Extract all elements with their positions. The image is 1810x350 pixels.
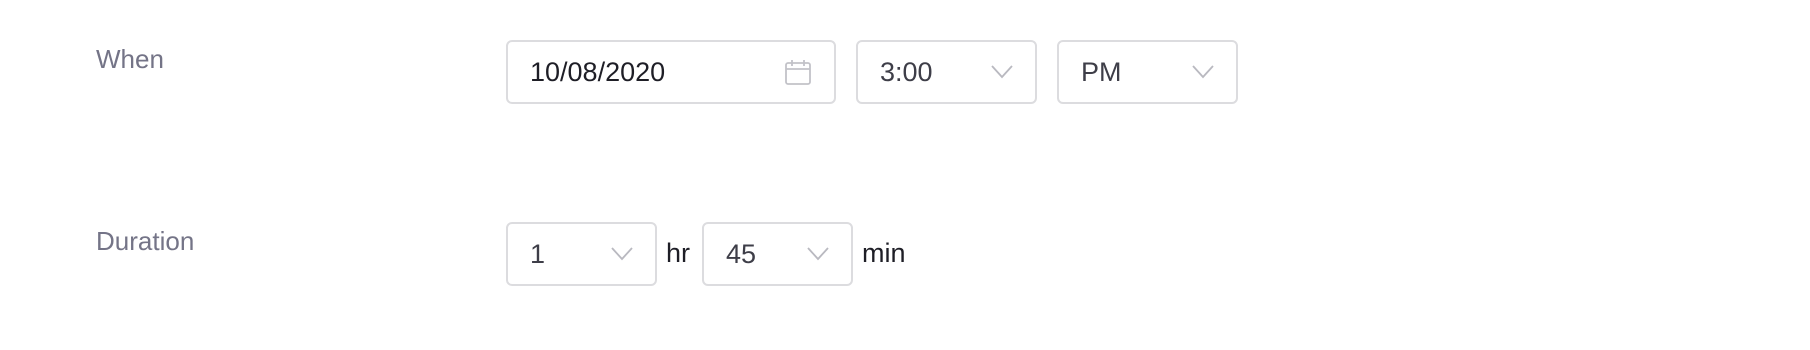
duration-label: Duration [96, 226, 195, 256]
minutes-unit: min [862, 238, 906, 268]
date-input[interactable]: 10/08/2020 [506, 40, 836, 104]
meridiem-select[interactable]: PM [1057, 40, 1238, 104]
meridiem-value: PM [1081, 56, 1122, 87]
time-value: 3:00 [880, 56, 933, 87]
chevron-down-icon [611, 247, 633, 261]
hours-value: 1 [530, 238, 546, 269]
calendar-icon[interactable] [784, 58, 812, 86]
chevron-down-icon [1192, 65, 1214, 79]
minutes-select[interactable]: 45 [702, 222, 853, 286]
minutes-value: 45 [726, 238, 757, 269]
chevron-down-icon [991, 65, 1013, 79]
hours-unit: hr [666, 238, 691, 268]
date-value: 10/08/2020 [530, 56, 666, 87]
when-label: When [96, 44, 164, 74]
time-select[interactable]: 3:00 [856, 40, 1037, 104]
hours-select[interactable]: 1 [506, 222, 657, 286]
chevron-down-icon [807, 247, 829, 261]
